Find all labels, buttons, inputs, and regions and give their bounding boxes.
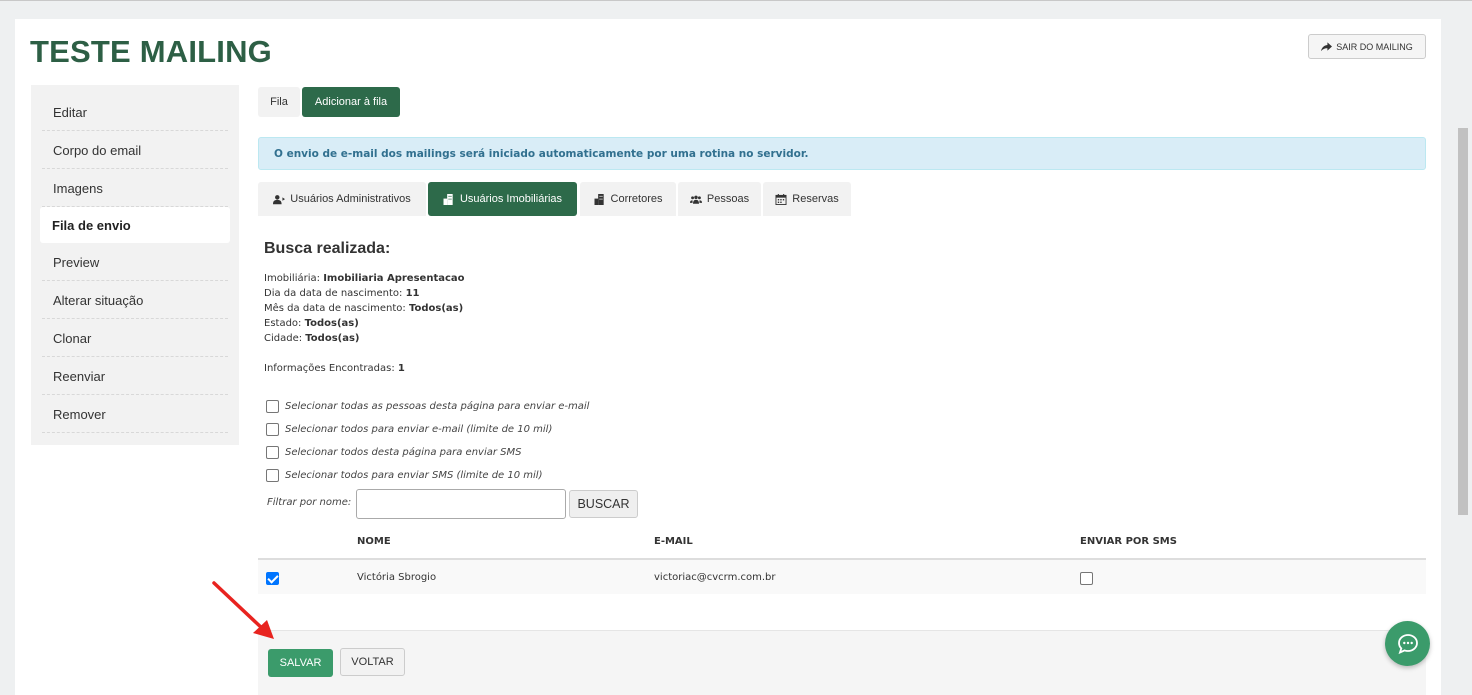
tab-label: Corretores [610, 193, 663, 205]
sidebar-item-fila-de-envio[interactable]: Fila de envio [40, 207, 230, 243]
filter-name-label: Filtrar por nome: [267, 497, 352, 508]
chat-button[interactable] [1385, 621, 1430, 666]
top-border [0, 0, 1472, 1]
sidebar-item-alterar-situacao[interactable]: Alterar situação [42, 282, 228, 319]
tab-reservas[interactable]: Reservas [763, 182, 851, 216]
search-field-estado: Estado: Todos(as) [264, 318, 359, 329]
sidebar-item-label: Imagens [53, 180, 103, 196]
sidebar-item-label: Preview [53, 254, 100, 270]
select-page-sms-checkbox[interactable] [266, 446, 279, 459]
tab-label: Reservas [792, 193, 839, 205]
tab-label: Pessoas [706, 193, 750, 205]
sidebar-item-clonar[interactable]: Clonar [42, 320, 228, 357]
tab-usuarios-administrativos[interactable]: Usuários Administrativos [258, 182, 426, 216]
search-button[interactable]: BUSCAR [569, 490, 638, 518]
exit-mailing-label: SAIR DO MAILING [1336, 41, 1413, 52]
tab-adicionar-a-fila[interactable]: Adicionar à fila [302, 87, 400, 117]
sidebar-item-label: Editar [53, 104, 87, 120]
tab-pessoas[interactable]: Pessoas [678, 182, 761, 216]
tab-label: Usuários Administrativos [290, 193, 411, 205]
search-field-mes: Mês da data de nascimento: Todos(as) [264, 303, 464, 314]
option-label: Selecionar todos para enviar e-mail (lim… [285, 424, 553, 435]
tab-fila[interactable]: Fila [258, 87, 300, 117]
users-icon [689, 195, 702, 204]
building-icon [443, 193, 453, 205]
select-page-email-checkbox[interactable] [266, 400, 279, 413]
sidebar-item-corpo-do-email[interactable]: Corpo do email [42, 132, 228, 169]
sidebar-item-label: Remover [53, 406, 106, 422]
tab-usuarios-imobiliarias[interactable]: Usuários Imobiliárias [428, 182, 577, 216]
select-all-sms-option[interactable]: Selecionar todos para enviar SMS (limite… [266, 469, 543, 482]
option-label: Selecionar todas as pessoas desta página… [285, 401, 590, 412]
form-footer [258, 630, 1426, 695]
sidebar: Editar Corpo do email Imagens Fila de en… [31, 85, 239, 445]
sidebar-item-preview[interactable]: Preview [42, 244, 228, 281]
column-header-nome: NOME [357, 536, 391, 547]
info-alert: O envio de e-mail dos mailings será inic… [258, 137, 1426, 170]
results-count: Informações Encontradas: 1 [264, 363, 405, 374]
search-field-dia: Dia da data de nascimento: 11 [264, 288, 420, 299]
sidebar-item-imagens[interactable]: Imagens [42, 170, 228, 207]
annotation-arrow-icon [212, 581, 274, 639]
tab-corretores[interactable]: Corretores [580, 182, 676, 216]
share-arrow-icon [1321, 41, 1333, 51]
option-label: Selecionar todos para enviar SMS (limite… [285, 470, 543, 481]
column-header-sms: ENVIAR POR SMS [1080, 536, 1177, 547]
sidebar-item-remover[interactable]: Remover [42, 396, 228, 433]
scrollbar[interactable] [1458, 128, 1468, 515]
option-label: Selecionar todos desta página para envia… [285, 447, 522, 458]
tab-label: Usuários Imobiliárias [459, 193, 563, 205]
sidebar-item-reenviar[interactable]: Reenviar [42, 358, 228, 395]
building-icon [594, 193, 604, 205]
save-button[interactable]: SALVAR [268, 649, 333, 677]
row-sms-checkbox[interactable] [1080, 572, 1093, 585]
sidebar-item-editar[interactable]: Editar [42, 94, 228, 131]
user-arrow-icon [273, 194, 286, 204]
search-heading: Busca realizada: [264, 240, 391, 257]
sidebar-item-label: Clonar [53, 330, 92, 346]
exit-mailing-button[interactable]: SAIR DO MAILING [1308, 34, 1426, 59]
filter-name-input[interactable] [356, 489, 566, 519]
back-button[interactable]: VOLTAR [340, 648, 405, 676]
select-all-email-checkbox[interactable] [266, 423, 279, 436]
chat-bubble-icon [1397, 633, 1418, 654]
page-title: TESTE MAILING [30, 34, 272, 69]
select-all-sms-checkbox[interactable] [266, 469, 279, 482]
sidebar-item-label: Corpo do email [53, 142, 142, 158]
select-page-sms-option[interactable]: Selecionar todos desta página para envia… [266, 446, 521, 459]
calendar-icon [775, 193, 787, 205]
search-field-cidade: Cidade: Todos(as) [264, 333, 360, 344]
sidebar-item-label: Alterar situação [53, 292, 144, 308]
column-header-email: E-MAIL [654, 536, 693, 547]
sidebar-item-label: Reenviar [53, 368, 106, 384]
search-field-imobiliaria: Imobiliária: Imobiliaria Apresentacao [264, 273, 465, 284]
sidebar-item-label: Fila de envio [52, 217, 131, 233]
select-all-email-option[interactable]: Selecionar todos para enviar e-mail (lim… [266, 423, 552, 436]
row-email: victoriac@cvcrm.com.br [654, 572, 776, 583]
select-page-email-option[interactable]: Selecionar todas as pessoas desta página… [266, 400, 589, 413]
row-name: Victória Sbrogio [357, 572, 437, 583]
